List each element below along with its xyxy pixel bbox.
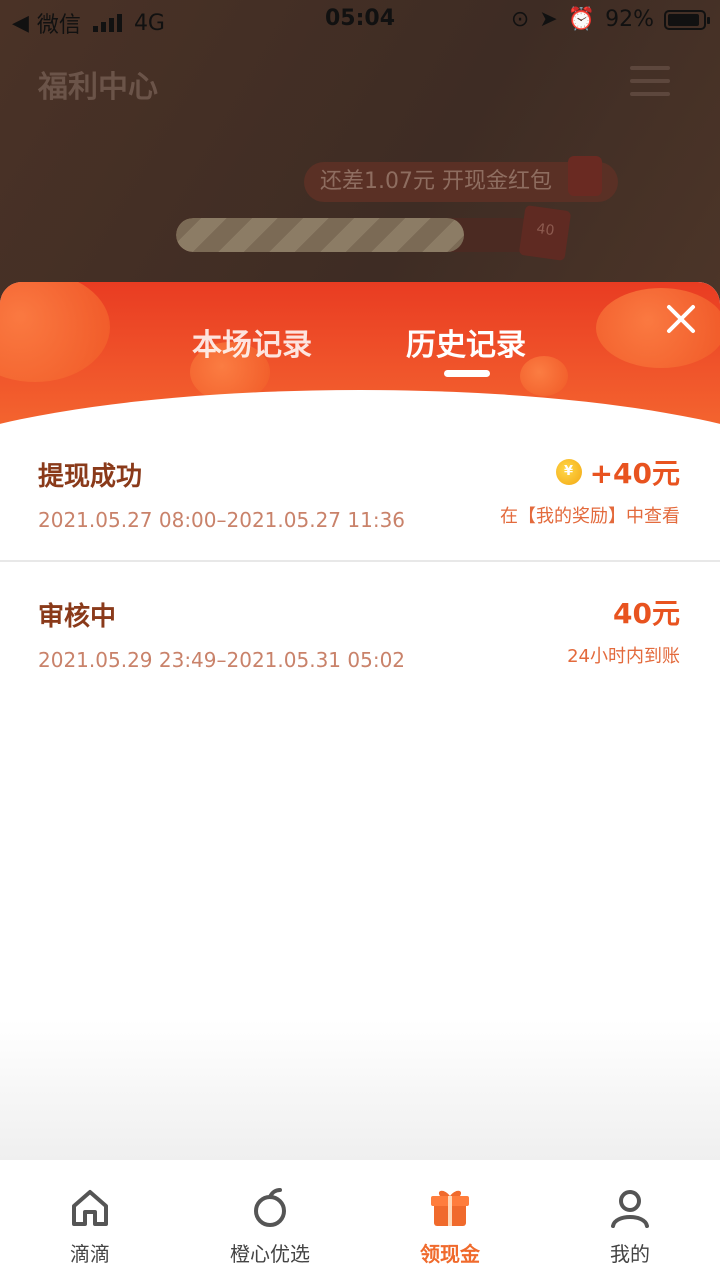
- record-item[interactable]: 审核中 2021.05.29 23:49–2021.05.31 05:02 40…: [0, 562, 720, 702]
- gold-coin-icon: ¥: [555, 459, 582, 485]
- nav-label: 滴滴: [70, 1242, 110, 1266]
- location-icon: ➤: [539, 7, 558, 32]
- record-status: 审核中: [38, 602, 117, 632]
- nav-item-mine[interactable]: 我的: [540, 1160, 720, 1280]
- home-icon: [72, 1190, 108, 1226]
- cash-progress-bar: [176, 218, 536, 252]
- record-status: 提现成功: [38, 462, 143, 492]
- alarm-icon: ⏰: [567, 7, 596, 32]
- record-amount-value: 40元: [613, 597, 680, 630]
- record-amount: ¥ +40元: [555, 452, 680, 492]
- nav-item-get-cash[interactable]: 领现金: [360, 1160, 540, 1280]
- battery-percent: 92%: [605, 7, 654, 32]
- status-right: ⊙ ➤ ⏰ 92%: [510, 7, 710, 32]
- orange-icon: [254, 1188, 286, 1227]
- rotation-lock-icon: ⊙: [510, 7, 530, 32]
- progress-bubble: 还差1.07元 开现金红包: [304, 156, 618, 202]
- nav-label: 我的: [610, 1242, 650, 1266]
- record-amount: 40元: [613, 592, 680, 632]
- record-item[interactable]: 提现成功 2021.05.27 08:00–2021.05.27 11:36 ¥…: [0, 422, 720, 562]
- user-icon: [611, 1190, 649, 1228]
- close-icon[interactable]: [664, 302, 698, 336]
- bottom-nav: 滴滴 橙心优选 领现金 我的: [0, 1160, 720, 1280]
- gift-icon: [431, 1190, 469, 1226]
- nav-label: 橙心优选: [230, 1242, 310, 1266]
- record-note: 24小时内到账: [567, 646, 680, 667]
- page-title: 福利中心: [38, 70, 158, 105]
- record-amount-value: +40元: [589, 457, 680, 490]
- record-time: 2021.05.27 08:00–2021.05.27 11:36: [38, 508, 406, 532]
- battery-icon: [664, 9, 710, 30]
- red-packet-icon: [568, 156, 602, 196]
- records-list: 提现成功 2021.05.27 08:00–2021.05.27 11:36 ¥…: [0, 422, 720, 702]
- nav-item-orange-select[interactable]: 橙心优选: [180, 1160, 360, 1280]
- tab-indicator: [444, 370, 490, 377]
- nav-item-didi[interactable]: 滴滴: [0, 1160, 180, 1280]
- reward-card-icon: 40: [518, 205, 572, 261]
- tab-current-records[interactable]: 本场记录: [192, 320, 312, 364]
- bubble-text: 还差1.07元 开现金红包: [320, 169, 552, 194]
- progress-fill: [176, 218, 464, 252]
- record-tabs: 本场记录 历史记录: [0, 320, 720, 380]
- record-time: 2021.05.29 23:49–2021.05.31 05:02: [38, 648, 406, 672]
- nav-label: 领现金: [420, 1242, 480, 1266]
- status-bar: ◀ 微信 4G 05:04 ⊙ ➤ ⏰ 92%: [0, 0, 720, 40]
- sheet-bottom-fade: [0, 1020, 720, 1160]
- tab-history-records[interactable]: 历史记录: [406, 320, 526, 364]
- sheet-header: 本场记录 历史记录: [0, 282, 720, 432]
- card-value: 40: [535, 220, 556, 240]
- background-page: 福利中心 还差1.07元 开现金红包 40: [0, 0, 720, 300]
- menu-icon: [630, 66, 670, 105]
- record-note[interactable]: 在【我的奖励】中查看: [500, 502, 680, 528]
